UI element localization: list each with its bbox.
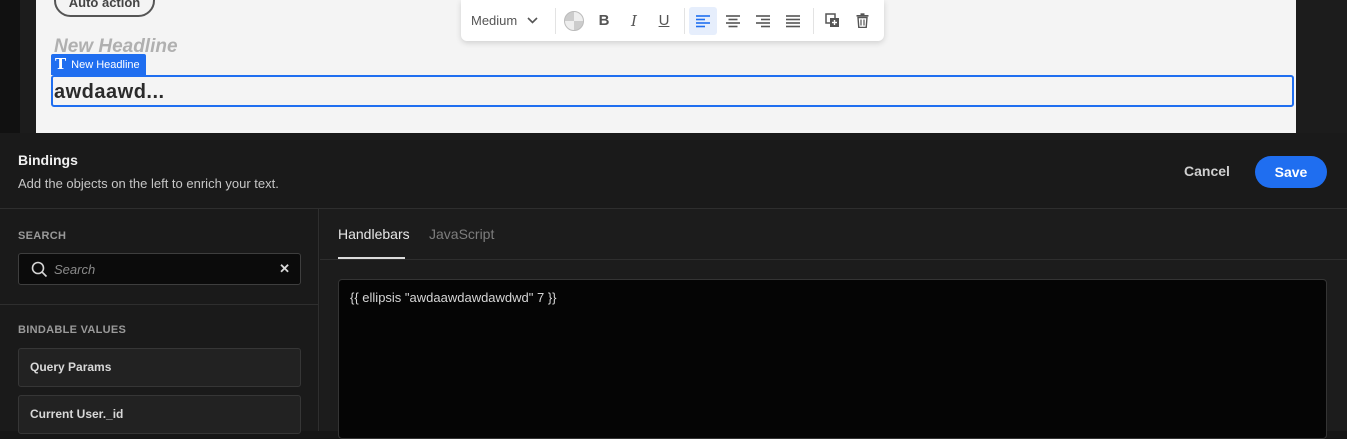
align-justify-button[interactable] (779, 7, 807, 35)
underline-icon: U (658, 12, 670, 29)
bindable-values-label: BINDABLE VALUES (18, 324, 127, 336)
delete-button[interactable] (848, 7, 876, 35)
align-right-icon (756, 14, 770, 27)
toolbar-divider (555, 7, 556, 34)
tab-javascript[interactable]: JavaScript (429, 226, 494, 242)
text-format-toolbar: Medium B I U (461, 0, 884, 41)
selected-headline[interactable]: awdaawd... (51, 75, 1294, 107)
bindings-panel: Bindings Add the objects on the left to … (0, 133, 1347, 439)
color-picker-button[interactable] (560, 7, 588, 35)
save-button[interactable]: Save (1255, 156, 1327, 188)
cancel-button[interactable]: Cancel (1174, 155, 1240, 187)
binding-editor: Handlebars JavaScript {{ ellipsis "awdaa… (320, 209, 1347, 439)
duplicate-button[interactable] (818, 7, 846, 35)
color-picker-icon (564, 10, 584, 31)
italic-button[interactable]: I (620, 7, 648, 35)
panel-subtitle: Add the objects on the left to enrich yo… (18, 176, 279, 191)
selected-component-label: New Headline (71, 58, 140, 71)
align-left-icon (696, 14, 710, 27)
duplicate-icon (824, 13, 839, 27)
panel-title: Bindings (18, 152, 78, 168)
italic-icon: I (631, 11, 637, 30)
editor-tabs: Handlebars JavaScript (320, 209, 1347, 260)
underline-button[interactable]: U (650, 7, 678, 35)
bindable-item-current-user-id[interactable]: Current User._id (18, 395, 301, 434)
search-field[interactable]: ✕ (18, 253, 301, 285)
chevron-down-icon (527, 17, 538, 24)
font-weight-select[interactable]: Medium (471, 13, 551, 28)
canvas-preview: Auto action New Headline T New Headline … (0, 0, 1347, 133)
search-input[interactable] (54, 260, 264, 278)
align-justify-icon (786, 14, 800, 27)
auto-action-button[interactable]: Auto action (54, 0, 155, 17)
search-section-label: SEARCH (18, 230, 67, 242)
code-content[interactable]: {{ ellipsis "awdaawdawdawdwd" 7 }} (350, 290, 557, 305)
align-left-button[interactable] (689, 6, 717, 35)
align-right-button[interactable] (749, 7, 777, 35)
bold-icon: B (598, 12, 610, 29)
tab-handlebars[interactable]: Handlebars (338, 226, 410, 242)
clear-search-icon[interactable]: ✕ (279, 261, 290, 277)
toolbar-divider (684, 7, 685, 34)
canvas-gutter (0, 0, 20, 133)
code-editor[interactable]: {{ ellipsis "awdaawdawdawdwd" 7 }} (338, 279, 1327, 439)
align-center-button[interactable] (719, 7, 747, 35)
search-icon (31, 261, 48, 278)
bindable-item-query-params[interactable]: Query Params (18, 348, 301, 387)
toolbar-divider (813, 7, 814, 34)
selected-component-tag[interactable]: T New Headline (51, 54, 146, 75)
text-component-icon: T (55, 55, 67, 73)
align-center-icon (726, 14, 740, 27)
sidebar-divider (0, 304, 319, 305)
bold-button[interactable]: B (590, 7, 618, 35)
font-weight-value: Medium (471, 13, 518, 28)
headline-text: awdaawd... (54, 81, 165, 103)
bindings-header: Bindings Add the objects on the left to … (0, 133, 1347, 209)
trash-icon (856, 13, 868, 28)
bindings-sidebar: SEARCH ✕ BINDABLE VALUES Query Params Cu… (0, 209, 319, 434)
active-tab-indicator (338, 257, 405, 259)
